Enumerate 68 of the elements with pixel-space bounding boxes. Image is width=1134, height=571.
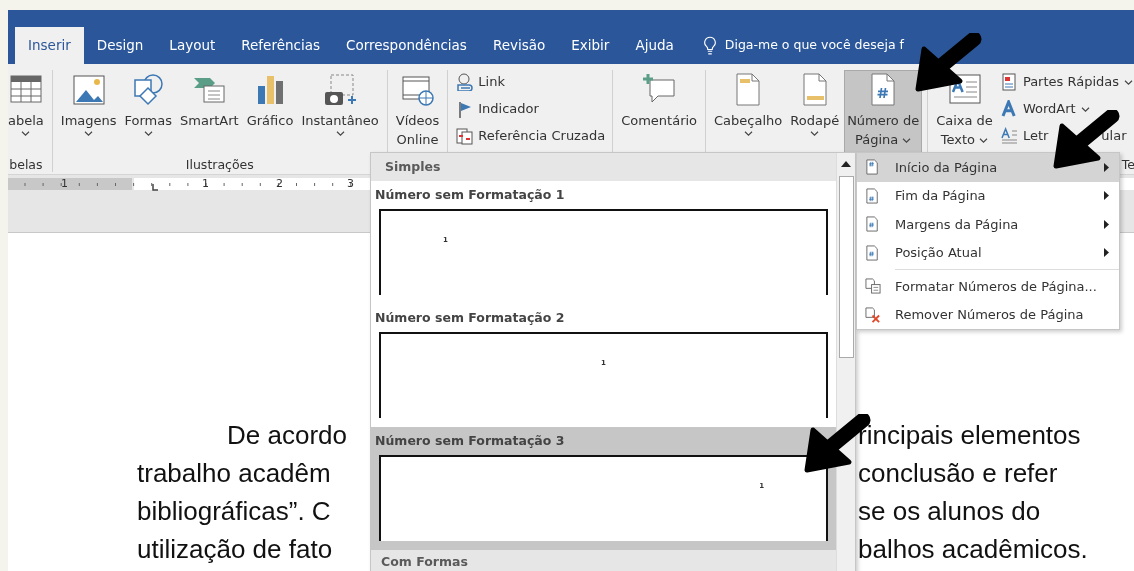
ribbon-button[interactable]: abela [8, 70, 47, 154]
quick-parts-icon [999, 73, 1018, 91]
group-label: Te [1121, 157, 1134, 172]
document-text: se os alunos do [858, 495, 1041, 528]
ribbon-tab[interactable]: Revisão [479, 27, 559, 64]
scrollbar-thumb[interactable] [838, 176, 854, 358]
gallery-section-header: Com Formas [371, 550, 836, 571]
menu-item[interactable]: Fim da Página [857, 181, 1119, 210]
document-text: rincipais elementos [858, 419, 1081, 452]
group-label: belas [9, 157, 43, 172]
ribbon-button[interactable]: SmartArt [177, 70, 242, 154]
page-icon [865, 187, 881, 204]
ribbon-tab[interactable]: Design [83, 27, 157, 64]
document-text: utilização de fato [137, 533, 333, 566]
tell-me-search[interactable]: Diga-me o que você deseja f [724, 36, 904, 55]
menu-item[interactable]: Margens da Página [857, 210, 1119, 239]
submenu-arrow-icon [1104, 162, 1109, 172]
up-arrow-icon [841, 161, 851, 167]
submenu-arrow-icon [1104, 219, 1109, 229]
ribbon-button[interactable]: Referência Cruzada [453, 124, 608, 148]
document-text: trabalho acadêm [137, 457, 331, 490]
ribbon-button[interactable]: Número de Página [844, 70, 923, 154]
ribbon-button[interactable]: Rodapé [787, 70, 843, 154]
ribbon-button[interactable]: Indicador [453, 97, 608, 121]
ribbon-button[interactable]: Partes Rápidas [997, 70, 1134, 94]
ruler-number: 3 [347, 176, 354, 192]
ribbon-tab[interactable]: Layout [156, 27, 229, 64]
ribbon-button[interactable]: Comentário [618, 70, 701, 154]
menu-item[interactable]: Início da Página [857, 153, 1119, 182]
ribbon-tab[interactable]: Inserir [15, 27, 84, 64]
menu-item[interactable]: Remover Números de Página [857, 300, 1119, 329]
document-text: balhos acadêmicos. [858, 533, 1088, 566]
ribbon-tab[interactable]: Referências [228, 27, 333, 64]
ribbon-tab[interactable]: Correspondências [333, 27, 480, 64]
shapes-icon [131, 71, 166, 107]
page-icon [865, 244, 881, 261]
gallery-section-header: Simples [371, 153, 836, 181]
submenu-arrow-icon [1104, 248, 1109, 258]
ruler-number: 1 [202, 176, 209, 192]
ribbon-button[interactable]: Formas [121, 70, 176, 154]
page-delete-icon [865, 306, 881, 323]
ribbon-button[interactable]: Gráfico [243, 70, 297, 154]
document-text: conclusão e refer [858, 457, 1058, 490]
ribbon-button[interactable]: WordArt [997, 97, 1134, 121]
group-label: Ilustrações [185, 157, 254, 172]
page-icon [865, 216, 881, 233]
page-list-icon [865, 278, 881, 295]
lightbulb-icon [702, 35, 717, 56]
page-icon [865, 159, 881, 176]
ribbon-button[interactable]: Letr ular [997, 124, 1134, 148]
ribbon-tab[interactable]: Ajuda [622, 27, 687, 64]
ribbon-button[interactable]: Link [453, 70, 608, 94]
document-text: De acordo [226, 419, 347, 452]
cross-reference-icon [455, 127, 474, 145]
ribbon-button[interactable]: Cabeçalho [711, 70, 786, 154]
wordart-icon [999, 100, 1018, 118]
ruler-number: 2 [276, 176, 283, 192]
pointer-arrow [914, 33, 984, 93]
drop-cap-icon [999, 127, 1018, 145]
submenu-arrow-icon [1104, 191, 1109, 201]
document-text: bibliográficas”. C [137, 495, 331, 528]
ruler-number: 1 [61, 176, 68, 192]
ribbon-tab[interactable]: Exibir [558, 27, 623, 64]
ribbon-button[interactable]: Instantâneo [298, 70, 382, 154]
menu-item[interactable]: Formatar Números de Página... [857, 272, 1119, 301]
menu-item[interactable]: Posição Atual [857, 238, 1119, 267]
ribbon-button[interactable]: Imagens [57, 70, 120, 154]
camera-icon [323, 71, 358, 107]
